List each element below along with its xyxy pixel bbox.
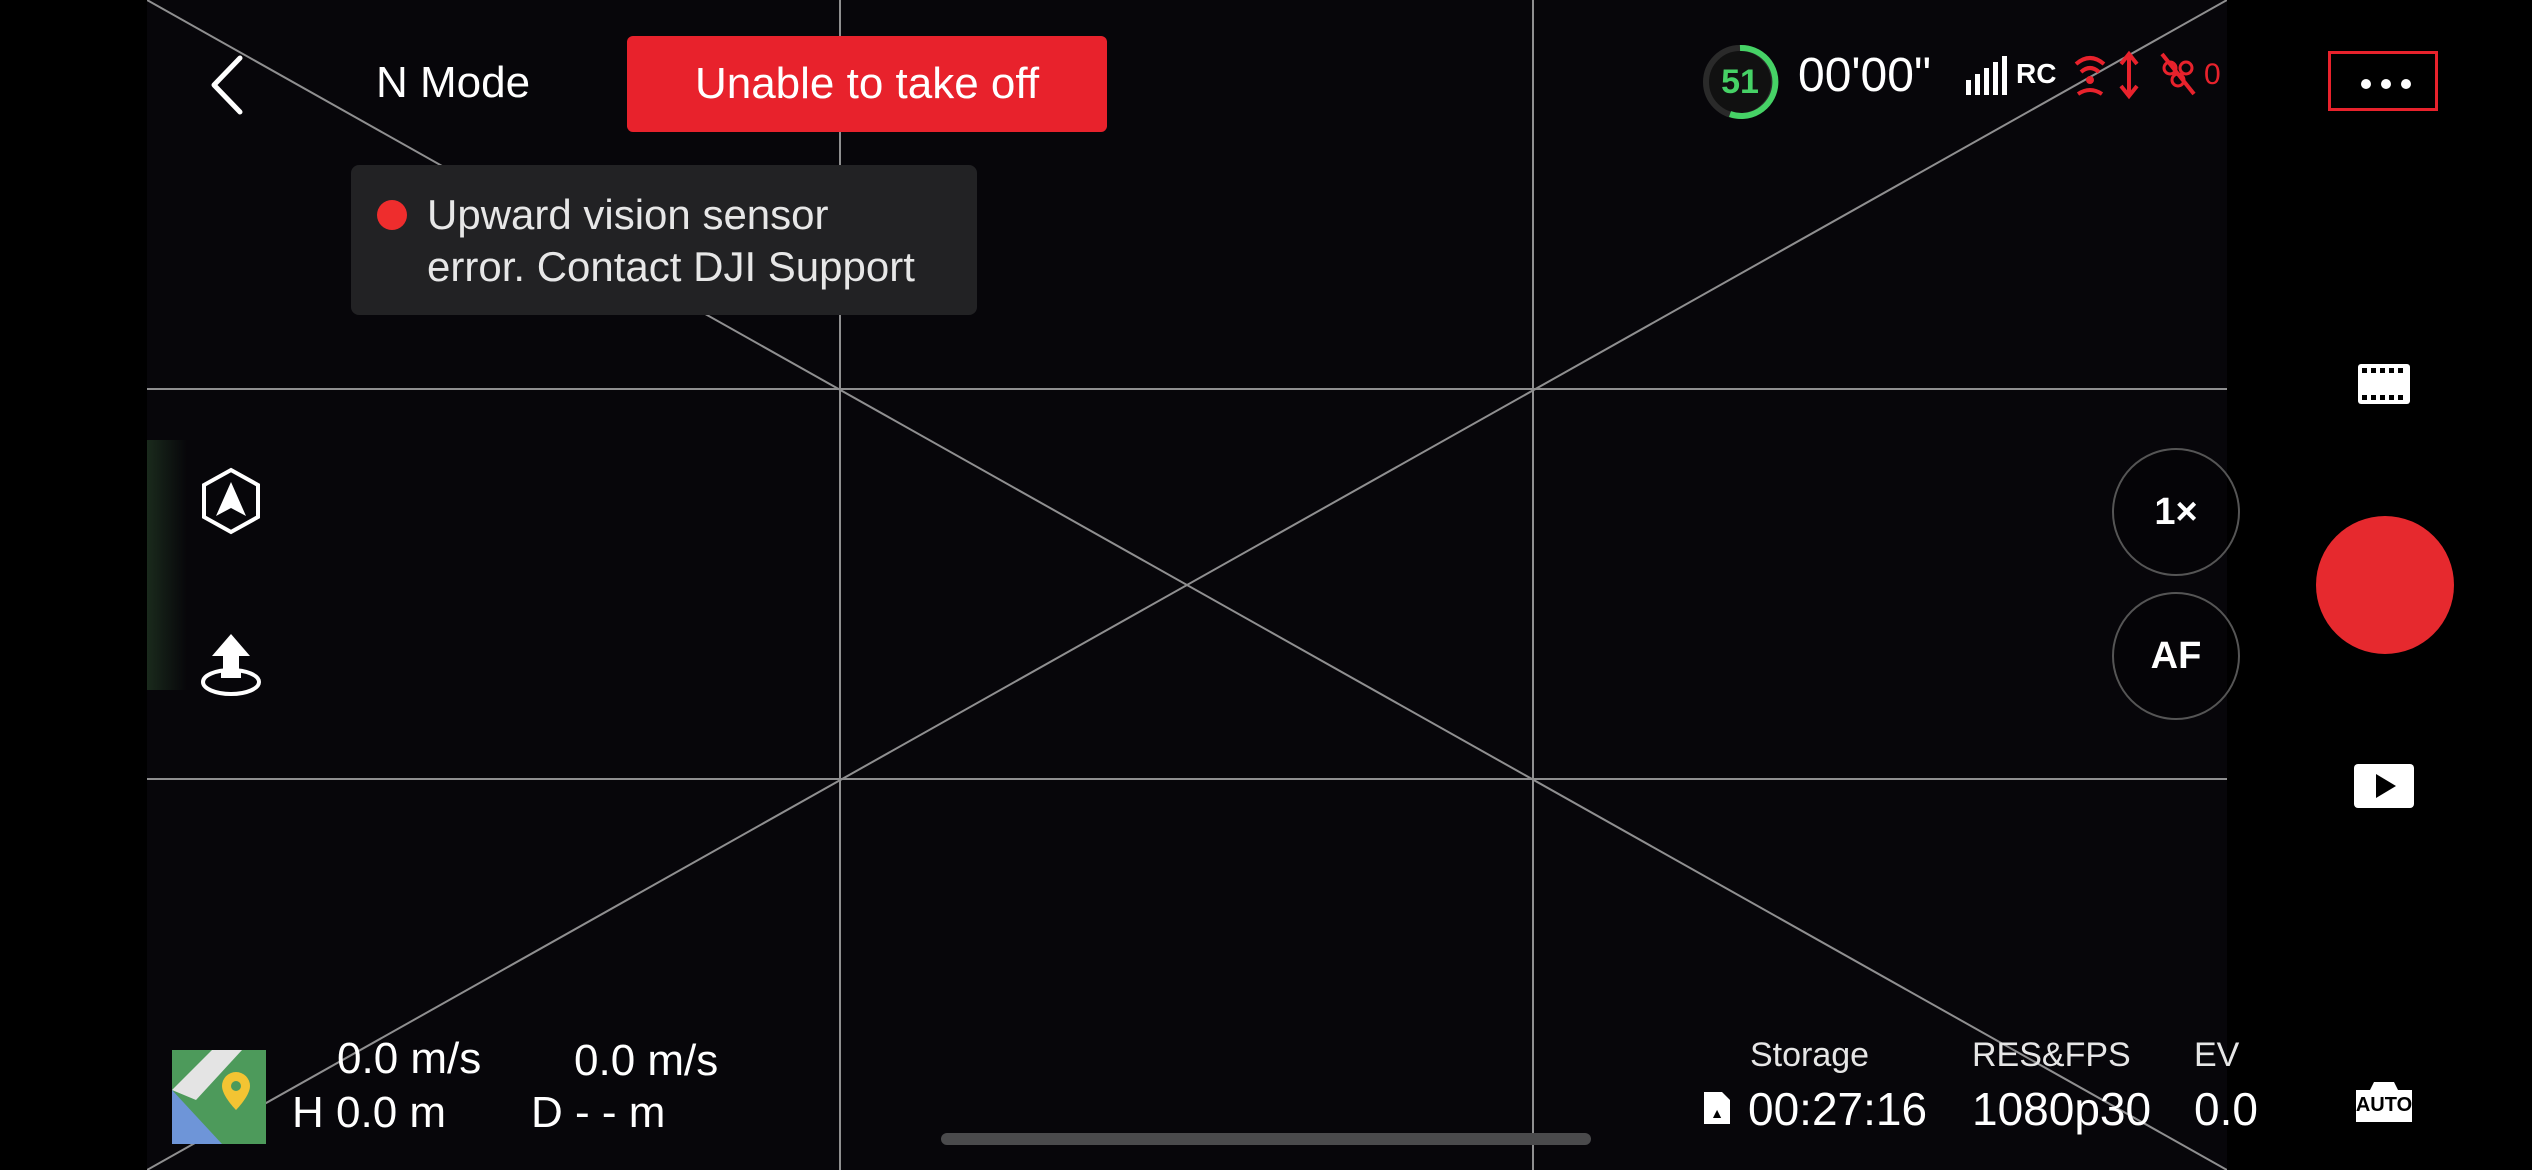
flight-mode-label[interactable]: N Mode bbox=[376, 58, 530, 108]
home-indicator[interactable] bbox=[941, 1133, 1591, 1145]
takeoff-icon bbox=[201, 634, 261, 696]
altitude-warning-icon bbox=[2119, 50, 2139, 100]
error-dot-icon bbox=[377, 200, 407, 230]
map-icon bbox=[172, 1050, 266, 1144]
vertical-speed: 0.0 m/s bbox=[574, 1036, 719, 1085]
record-button[interactable] bbox=[2316, 516, 2454, 654]
alert-message: Upward vision sensor error. Contact DJI … bbox=[427, 189, 967, 293]
battery-level: 51 bbox=[1721, 63, 1759, 101]
storage-label: Storage bbox=[1750, 1036, 1870, 1074]
horizontal-speed: 0.0 m/s bbox=[337, 1034, 482, 1083]
height-readout: H 0.0 m bbox=[292, 1088, 447, 1137]
flight-mode-button[interactable] bbox=[196, 466, 266, 536]
wifi-warning-icon bbox=[2074, 56, 2106, 96]
distance-readout: D - - m bbox=[531, 1088, 666, 1137]
auto-camera-button[interactable]: AUTO bbox=[2352, 1078, 2416, 1126]
left-edge-light bbox=[147, 440, 187, 690]
signal-bars-icon bbox=[1966, 56, 2007, 95]
map-button[interactable] bbox=[172, 1050, 266, 1144]
obstacle-count: 0 bbox=[2204, 58, 2221, 91]
playback-button[interactable] bbox=[2352, 762, 2416, 810]
zoom-button[interactable]: 1× bbox=[2112, 448, 2240, 576]
more-menu-button[interactable] bbox=[2328, 51, 2438, 111]
res-fps-value[interactable]: 1080p30 bbox=[1972, 1082, 2151, 1136]
flight-mode-icon bbox=[202, 467, 260, 535]
back-button[interactable] bbox=[200, 50, 260, 120]
takeoff-button[interactable] bbox=[196, 630, 266, 700]
film-mode-icon bbox=[2358, 364, 2410, 404]
chevron-left-icon bbox=[211, 55, 243, 115]
auto-label: AUTO bbox=[2355, 1094, 2413, 1116]
takeoff-warning-banner[interactable]: Unable to take off bbox=[627, 36, 1107, 132]
res-fps-label: RES&FPS bbox=[1972, 1036, 2131, 1074]
flight-time: 00'00" bbox=[1798, 49, 1931, 102]
alert-line-1: Upward vision sensor bbox=[427, 191, 829, 238]
sensor-error-alert[interactable]: Upward vision sensor error. Contact DJI … bbox=[351, 165, 977, 315]
autofocus-button[interactable]: AF bbox=[2112, 592, 2240, 720]
playback-icon bbox=[2354, 764, 2414, 808]
svg-text:▲: ▲ bbox=[1710, 1105, 1724, 1121]
signal-label: RC bbox=[2016, 58, 2057, 89]
film-mode-button[interactable] bbox=[2356, 362, 2412, 406]
sd-card-icon: ▲ bbox=[1704, 1092, 1730, 1124]
storage-value: 00:27:16 bbox=[1748, 1083, 1928, 1135]
ev-label: EV bbox=[2194, 1036, 2240, 1074]
alert-line-2: error. Contact DJI Support bbox=[427, 243, 915, 290]
obstacle-off-icon bbox=[2160, 52, 2196, 96]
ev-value[interactable]: 0.0 bbox=[2194, 1082, 2258, 1136]
